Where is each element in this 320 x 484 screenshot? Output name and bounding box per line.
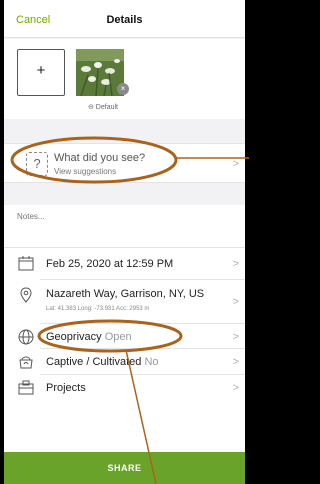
view-suggestions-link[interactable]: View suggestions: [54, 167, 116, 176]
chevron-right-icon: >: [232, 382, 239, 394]
default-photo-label: ⊖ Default: [88, 104, 118, 111]
observation-details-screen: Cancel Details + × ⊖ Default ? What did …: [4, 0, 245, 484]
photo-strip: + × ⊖ Default: [4, 39, 245, 119]
chevron-right-icon: >: [232, 331, 239, 343]
captive-value: No: [144, 356, 159, 368]
date-row[interactable]: Feb 25, 2020 at 12:59 PM >: [4, 247, 245, 280]
date-label: Feb 25, 2020 at 12:59 PM: [46, 258, 174, 270]
notes-placeholder: Notes...: [17, 212, 45, 221]
location-pin-icon: [17, 286, 35, 304]
calendar-icon: [17, 254, 35, 272]
location-row[interactable]: Nazareth Way, Garrison, NY, US Lat: 41.3…: [4, 280, 245, 324]
species-prompt: What did you see?: [54, 152, 146, 164]
chevron-right-icon: >: [232, 356, 239, 368]
header: Cancel Details: [4, 0, 245, 38]
page-title: Details: [106, 14, 143, 26]
geoprivacy-value: Open: [104, 331, 132, 343]
details-list: Feb 25, 2020 at 12:59 PM > Nazareth Way,…: [4, 247, 245, 452]
add-photo-button[interactable]: +: [17, 49, 65, 96]
share-button[interactable]: SHARE: [4, 452, 245, 484]
geoprivacy-row[interactable]: Geoprivacy Open >: [4, 324, 245, 349]
projects-icon: [17, 379, 35, 397]
species-selector[interactable]: ? What did you see? View suggestions >: [4, 143, 245, 183]
projects-row[interactable]: Projects >: [4, 375, 245, 401]
captive-row[interactable]: Captive / Cultivated No >: [4, 349, 245, 375]
section-spacer: [4, 119, 245, 143]
captive-label: Captive / Cultivated No: [46, 356, 159, 368]
location-label: Nazareth Way, Garrison, NY, US: [46, 288, 205, 300]
coordinates-text: Lat: 41.383 Long: -73.931 Acc: 2953 m: [46, 306, 150, 312]
section-spacer: [4, 183, 245, 205]
chevron-right-icon: >: [232, 296, 239, 308]
chevron-right-icon: >: [232, 158, 239, 170]
projects-label: Projects: [46, 382, 86, 394]
plus-icon: +: [36, 62, 46, 79]
remove-photo-button[interactable]: ×: [117, 83, 129, 95]
chevron-right-icon: >: [232, 258, 239, 270]
geoprivacy-label: Geoprivacy Open: [46, 331, 132, 343]
unknown-species-icon: ?: [26, 152, 48, 176]
captive-icon: [17, 353, 35, 371]
globe-icon: [17, 328, 35, 346]
notes-field[interactable]: Notes...: [4, 205, 245, 247]
